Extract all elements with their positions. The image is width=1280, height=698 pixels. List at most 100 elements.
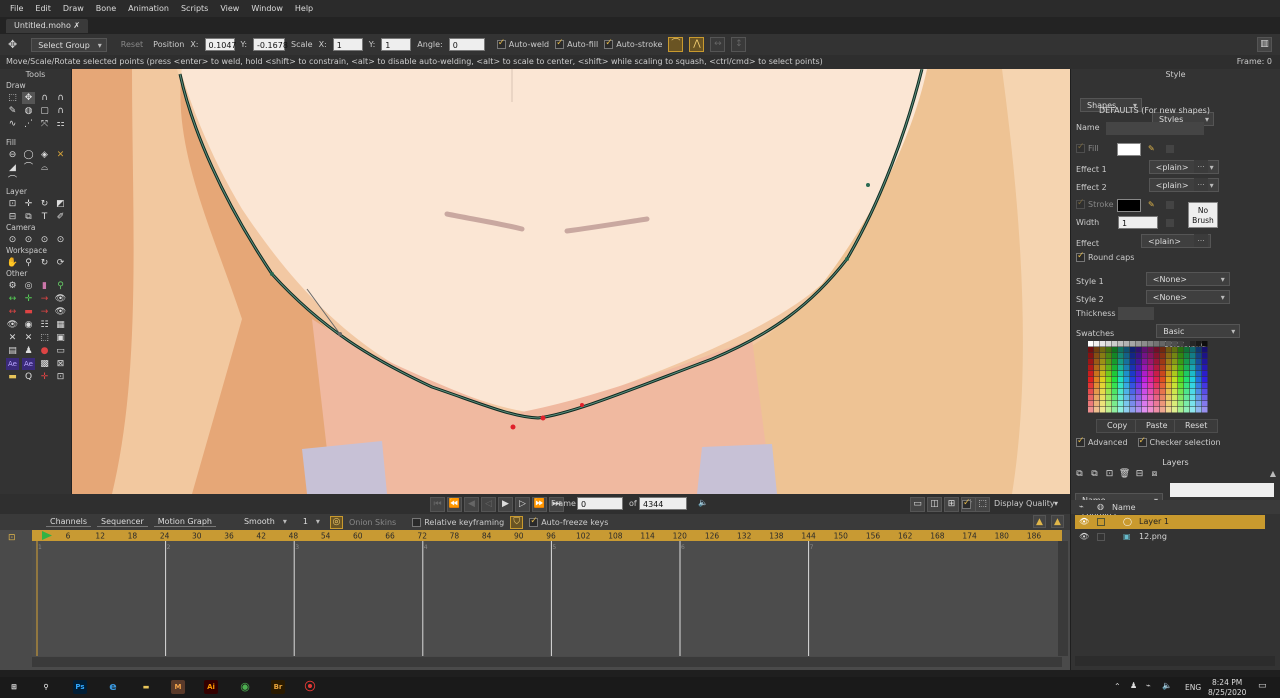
swatches-dropdown[interactable]: Basic Colors.png bbox=[1156, 324, 1241, 349]
peak-icon[interactable]: ⋀ bbox=[689, 37, 705, 52]
edge-icon[interactable]: e bbox=[106, 680, 120, 694]
prev-key-icon[interactable]: ⏪ bbox=[447, 497, 462, 512]
effect1-more[interactable]: ... bbox=[1194, 160, 1208, 173]
network-icon[interactable]: ⌁ bbox=[1146, 681, 1151, 690]
clock-time[interactable]: 8:24 PM bbox=[1212, 678, 1242, 687]
play-reverse-icon[interactable]: ◁ bbox=[481, 497, 496, 512]
film-icon[interactable]: ▤ bbox=[6, 345, 19, 357]
display-quality-checkbox[interactable] bbox=[962, 498, 971, 509]
menu-help[interactable]: Help bbox=[289, 4, 319, 13]
delete-layer-icon[interactable]: 🗑 bbox=[1118, 468, 1131, 480]
hide-edge-icon[interactable]: ⌒ bbox=[22, 162, 35, 174]
line-width-icon[interactable]: ◢ bbox=[6, 162, 19, 174]
file-explorer-icon[interactable]: ▬ bbox=[139, 680, 153, 694]
menu-file[interactable]: File bbox=[4, 4, 29, 13]
search-icon[interactable]: ⚲ bbox=[39, 680, 53, 694]
moho-icon[interactable]: M bbox=[171, 680, 185, 694]
copy-button[interactable]: Copy bbox=[1096, 419, 1139, 433]
onion-skin-icon[interactable]: ◎ bbox=[329, 515, 343, 529]
view-single-icon[interactable]: ▭ bbox=[910, 497, 925, 512]
eyedropper-icon[interactable]: ✐ bbox=[54, 211, 67, 223]
smooth-icon[interactable]: ⌒ bbox=[668, 37, 684, 52]
shear-icon[interactable]: ⋰ bbox=[22, 118, 35, 130]
eye-closed-icon[interactable]: ◉ bbox=[22, 319, 35, 331]
menu-edit[interactable]: Edit bbox=[29, 4, 57, 13]
layer-row-layer1[interactable]: 👁 ◯ Layer 1 bbox=[1075, 515, 1265, 529]
volume-icon[interactable]: 🔈 bbox=[1162, 681, 1172, 690]
angle-field[interactable]: 0 bbox=[448, 38, 485, 51]
layer-row-12png[interactable]: 👁 ▣ 12.png bbox=[1075, 530, 1265, 544]
tab-channels[interactable]: Channels bbox=[46, 517, 92, 527]
display-quality-dropdown-icon[interactable]: ▾ bbox=[1054, 499, 1058, 508]
eye-open-icon[interactable]: 👁 bbox=[6, 319, 19, 331]
effect2-dropdown[interactable]: <plain> bbox=[1148, 178, 1219, 192]
position-x-field[interactable]: 0.1047 bbox=[204, 38, 237, 51]
stroke-color-swatch[interactable] bbox=[1117, 199, 1141, 212]
timeline-ruler[interactable]: 6 12 18 24 30 36 42 48 54 60 66 72 78 84 90 96 102 108 114… bbox=[32, 530, 1062, 541]
paste-button[interactable]: Paste bbox=[1135, 419, 1179, 433]
next-key-icon[interactable]: ⏩ bbox=[532, 497, 547, 512]
ae-icon[interactable]: Ae bbox=[6, 357, 19, 370]
flip-v-icon[interactable]: ↕ bbox=[731, 37, 747, 52]
orbit-icon[interactable]: ⟳ bbox=[54, 257, 67, 269]
color-swatches-grid[interactable] bbox=[1088, 341, 1208, 415]
timeline-tracks[interactable]: 1 2 3 4 5 6 7 bbox=[32, 541, 1062, 656]
menu-animation[interactable]: Animation bbox=[122, 4, 175, 13]
record-icon[interactable]: ● bbox=[38, 345, 51, 357]
relative-keyframing-toggle[interactable]: Relative keyframing bbox=[412, 517, 504, 527]
ae-alt-icon[interactable]: Ae bbox=[22, 357, 35, 370]
set-origin-icon[interactable]: ✛ bbox=[22, 198, 35, 210]
style2-dropdown[interactable]: <None> bbox=[1145, 290, 1230, 304]
people-tray-icon[interactable]: ♟ bbox=[1130, 681, 1137, 690]
freehand-icon[interactable]: ✎ bbox=[6, 105, 19, 117]
language-indicator[interactable]: ENG bbox=[1185, 683, 1201, 692]
reset-style-button[interactable]: Reset bbox=[1174, 419, 1219, 433]
first-frame-icon[interactable]: ⏮ bbox=[430, 497, 445, 512]
reset-button[interactable]: Reset bbox=[121, 40, 143, 49]
auto-weld-toggle[interactable]: Auto-weld bbox=[496, 38, 549, 49]
eye-icon[interactable]: 👁 bbox=[1079, 515, 1089, 529]
audio-icon[interactable]: 🔈 bbox=[698, 498, 708, 507]
noise-icon[interactable]: ⚏ bbox=[54, 118, 67, 130]
frame-icon[interactable]: ⬚ bbox=[38, 332, 51, 344]
select-points-icon[interactable]: ⬚ bbox=[6, 92, 19, 104]
target-icon[interactable]: ✛ bbox=[22, 293, 35, 305]
stroke-exposure-icon[interactable]: ⌓ bbox=[38, 162, 51, 174]
prev-frame-icon[interactable]: ◀ bbox=[464, 497, 479, 512]
effect-more[interactable]: ... bbox=[1194, 234, 1208, 247]
menu-draw[interactable]: Draw bbox=[57, 4, 90, 13]
timeline-h-scrollbar[interactable] bbox=[32, 657, 1062, 667]
draw-shape-icon[interactable]: ▢ bbox=[38, 105, 51, 117]
timeline-up-icon[interactable]: ▲ bbox=[1033, 515, 1046, 528]
photoshop-icon[interactable]: Ps bbox=[73, 680, 87, 694]
pin-icon[interactable]: ⚲ bbox=[54, 280, 67, 292]
scale-x-field[interactable]: 1 bbox=[332, 38, 363, 51]
lock-box[interactable] bbox=[1097, 518, 1105, 526]
timeline-v-scrollbar[interactable] bbox=[1058, 541, 1068, 656]
auto-stroke-toggle[interactable]: Auto-stroke bbox=[604, 38, 662, 49]
panel-toggle-icon[interactable]: ▥ bbox=[1257, 37, 1272, 52]
add-point-icon[interactable]: ∩ bbox=[38, 92, 51, 104]
text-icon[interactable]: T bbox=[38, 211, 51, 223]
export-icon[interactable]: ⊡ bbox=[54, 371, 67, 383]
pan-tilt-camera-icon[interactable]: ⊙ bbox=[54, 234, 67, 246]
transform-points-icon[interactable]: ✥ bbox=[22, 91, 35, 104]
image-icon[interactable]: ▣ bbox=[54, 332, 67, 344]
grid-icon[interactable]: ▦ bbox=[54, 319, 67, 331]
shear-layer-icon[interactable]: ◩ bbox=[54, 198, 67, 210]
hand-icon[interactable]: ✋ bbox=[6, 257, 19, 269]
globe-icon[interactable]: ◎ bbox=[22, 280, 35, 292]
curve-icon[interactable]: ∿ bbox=[6, 118, 19, 130]
red-arrow-icon[interactable]: → bbox=[38, 293, 51, 305]
interpolation-dropdown[interactable]: Smooth bbox=[238, 515, 291, 529]
duplicate-layer-icon[interactable]: ⧉ bbox=[1088, 468, 1101, 480]
stroke-checkbox[interactable] bbox=[1076, 198, 1085, 209]
fill-extra-icon[interactable] bbox=[1166, 144, 1174, 153]
auto-fill-toggle[interactable]: Auto-fill bbox=[555, 38, 598, 49]
flip-h-icon[interactable]: ↔ bbox=[710, 37, 726, 52]
frame-field[interactable]: 0 bbox=[577, 497, 623, 510]
interp-count-dropdown[interactable]: 1 bbox=[297, 515, 324, 529]
fill-pencil-icon[interactable]: ✎ bbox=[1148, 144, 1155, 153]
tab-motion-graph[interactable]: Motion Graph bbox=[153, 517, 216, 527]
arrows-icon[interactable]: ↔ bbox=[6, 306, 19, 318]
